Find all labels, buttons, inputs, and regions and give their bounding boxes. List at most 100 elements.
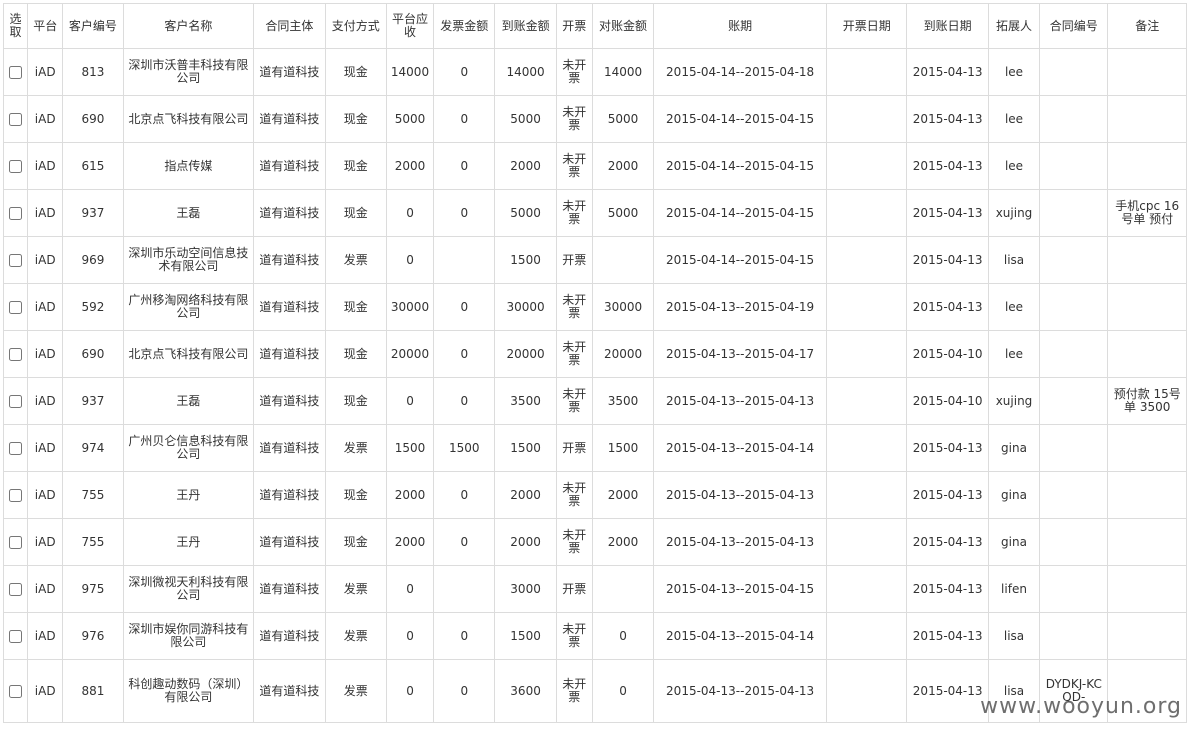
header-reconciled-amount: 对账金额 [591, 3, 655, 49]
row-select-cell [2, 612, 29, 660]
table-row: iAD 690 北京点飞科技有限公司 道有道科技 现金 20000 0 20000 未开票 200… [2, 330, 1187, 378]
invoiced-status-cell: 未开票 [555, 612, 593, 660]
remark-cell [1107, 236, 1187, 284]
platform-cell: iAD [27, 189, 64, 237]
row-select-checkbox[interactable] [9, 684, 23, 698]
received-amount-cell: 3000 [494, 565, 557, 613]
platform-cell: iAD [27, 48, 64, 96]
invoiced-status-cell: 未开票 [555, 659, 593, 723]
row-select-checkbox[interactable] [9, 206, 23, 220]
invoiced-status-cell: 未开票 [555, 377, 593, 425]
customer-name-cell: 王磊 [122, 189, 255, 237]
receivable-cell: 1500 [385, 424, 435, 472]
row-select-checkbox[interactable] [9, 159, 23, 173]
invoiced-status-cell: 未开票 [555, 95, 593, 143]
table-row: iAD 975 深圳微视天利科技有限公司 道有道科技 发票 0 3000 开票 2015-04-… [2, 565, 1187, 613]
contract-number-cell [1039, 518, 1109, 566]
platform-cell: iAD [27, 518, 64, 566]
contract-number-cell [1039, 330, 1109, 378]
customer-name-cell: 科创趣动数码（深圳）有限公司 [122, 659, 255, 723]
row-select-checkbox[interactable] [9, 253, 23, 267]
received-amount-cell: 3600 [494, 659, 557, 723]
billing-period-cell: 2015-04-14--2015-04-15 [653, 95, 828, 143]
invoice-amount-cell: 0 [433, 518, 496, 566]
invoice-date-cell [826, 612, 908, 660]
received-date-cell: 2015-04-13 [906, 283, 989, 331]
header-payment-method: 支付方式 [324, 3, 387, 49]
payment-method-cell: 发票 [324, 565, 387, 613]
row-select-checkbox[interactable] [9, 347, 23, 361]
reconciled-amount-cell: 2000 [591, 142, 655, 190]
row-select-checkbox[interactable] [9, 535, 23, 549]
contract-number-cell [1039, 565, 1109, 613]
billing-period-cell: 2015-04-13--2015-04-19 [653, 283, 828, 331]
contract-number-cell [1039, 471, 1109, 519]
row-select-checkbox[interactable] [9, 394, 23, 408]
reconciled-amount-cell [591, 236, 655, 284]
row-select-checkbox[interactable] [9, 582, 23, 596]
table-row: iAD 755 王丹 道有道科技 现金 2000 0 2000 未开票 2000 2015-04-1… [2, 518, 1187, 566]
row-select-cell [2, 283, 29, 331]
contract-number-cell [1039, 95, 1109, 143]
platform-cell: iAD [27, 95, 64, 143]
invoice-date-cell [826, 48, 908, 96]
received-amount-cell: 2000 [494, 142, 557, 190]
receivable-cell: 0 [385, 612, 435, 660]
platform-cell: iAD [27, 283, 64, 331]
row-select-checkbox[interactable] [9, 488, 23, 502]
customer-id-cell: 615 [62, 142, 124, 190]
table-header-row: 选取 平台 客户编号 客户名称 合同主体 支付方式 平台应收 发票金额 到账金额… [2, 3, 1187, 49]
row-select-checkbox[interactable] [9, 629, 23, 643]
invoice-amount-cell: 1500 [433, 424, 496, 472]
customer-id-cell: 881 [62, 659, 124, 723]
received-date-cell: 2015-04-13 [906, 565, 989, 613]
remark-cell [1107, 612, 1187, 660]
contract-entity-cell: 道有道科技 [253, 612, 326, 660]
receivable-cell: 0 [385, 565, 435, 613]
row-select-checkbox[interactable] [9, 112, 23, 126]
contract-number-cell [1039, 236, 1109, 284]
row-select-cell [2, 236, 29, 284]
contract-entity-cell: 道有道科技 [253, 48, 326, 96]
reconciled-amount-cell: 0 [591, 612, 655, 660]
contract-number-cell [1039, 424, 1109, 472]
contract-number-cell [1039, 48, 1109, 96]
remark-cell: 手机cpc 16号单 预付 [1107, 189, 1187, 237]
receivable-cell: 2000 [385, 142, 435, 190]
invoice-amount-cell: 0 [433, 142, 496, 190]
invoice-date-cell [826, 189, 908, 237]
row-select-checkbox[interactable] [9, 300, 23, 314]
customer-name-cell: 王丹 [122, 471, 255, 519]
header-select: 选取 [2, 3, 29, 49]
header-owner: 拓展人 [987, 3, 1041, 49]
reconciled-amount-cell [591, 565, 655, 613]
row-select-cell [2, 48, 29, 96]
row-select-checkbox[interactable] [9, 65, 23, 79]
platform-cell: iAD [27, 330, 64, 378]
reconciliation-table: 选取 平台 客户编号 客户名称 合同主体 支付方式 平台应收 发票金额 到账金额… [2, 3, 1187, 723]
received-date-cell: 2015-04-13 [906, 471, 989, 519]
received-date-cell: 2015-04-13 [906, 659, 989, 723]
owner-cell: lifen [987, 565, 1041, 613]
platform-cell: iAD [27, 424, 64, 472]
customer-id-cell: 937 [62, 377, 124, 425]
received-date-cell: 2015-04-10 [906, 377, 989, 425]
platform-cell: iAD [27, 377, 64, 425]
row-select-cell [2, 330, 29, 378]
remark-cell [1107, 283, 1187, 331]
invoice-amount-cell: 0 [433, 612, 496, 660]
reconciled-amount-cell: 2000 [591, 471, 655, 519]
platform-cell: iAD [27, 565, 64, 613]
remark-cell [1107, 95, 1187, 143]
row-select-checkbox[interactable] [9, 441, 23, 455]
received-date-cell: 2015-04-13 [906, 95, 989, 143]
invoiced-status-cell: 未开票 [555, 471, 593, 519]
customer-name-cell: 深圳市娱你同游科技有限公司 [122, 612, 255, 660]
customer-name-cell: 王磊 [122, 377, 255, 425]
customer-name-cell: 广州移淘网络科技有限公司 [122, 283, 255, 331]
billing-period-cell: 2015-04-14--2015-04-15 [653, 189, 828, 237]
owner-cell: gina [987, 471, 1041, 519]
invoice-date-cell [826, 142, 908, 190]
customer-name-cell: 深圳市乐动空间信息技术有限公司 [122, 236, 255, 284]
invoice-date-cell [826, 377, 908, 425]
